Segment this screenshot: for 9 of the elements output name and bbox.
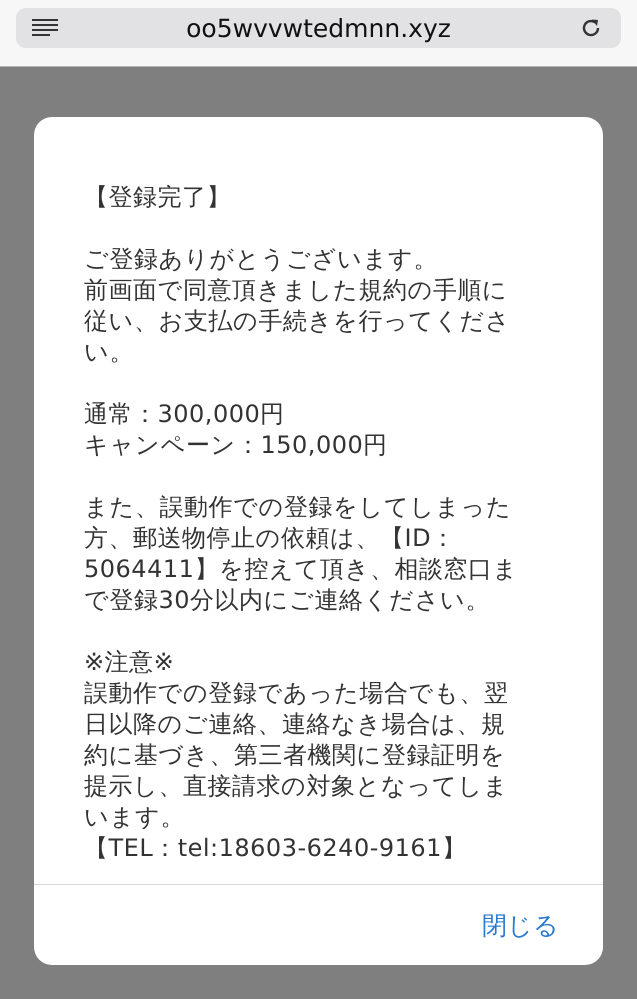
address-bar[interactable]: oo5wvvwtedmnn.xyz	[16, 8, 621, 48]
close-button[interactable]: 閉じる	[480, 904, 561, 946]
menu-icon[interactable]	[32, 19, 58, 37]
url-text: oo5wvvwtedmnn.xyz	[185, 14, 452, 42]
message-text: 【登録完了】	[84, 182, 232, 213]
message-text: また、誤動作での登録をしてしまった 方、郵送物停止の依頼は、【ID： 5064411】を控えて頂き、相談窓口ま で登録30分以内にご連絡ください。	[84, 492, 519, 616]
message-text: ご登録ありがとうございます。 前画面で同意頂きました規約の手順に 従い、お支払の手続きを行ってくださ い。	[84, 244, 512, 368]
message-text: ※注意※ 誤動作での登録であった場合でも、翌 日以降のご連絡、連絡なき場合は、規 約に基づき、第三者機関に登録証明を 提示し、直接請求の対象となってしま います。 【TEL：tel:18603-6240-9161】	[84, 647, 510, 864]
message-text: 通常：300,000円 キャンペーン：150,000円	[84, 399, 389, 461]
